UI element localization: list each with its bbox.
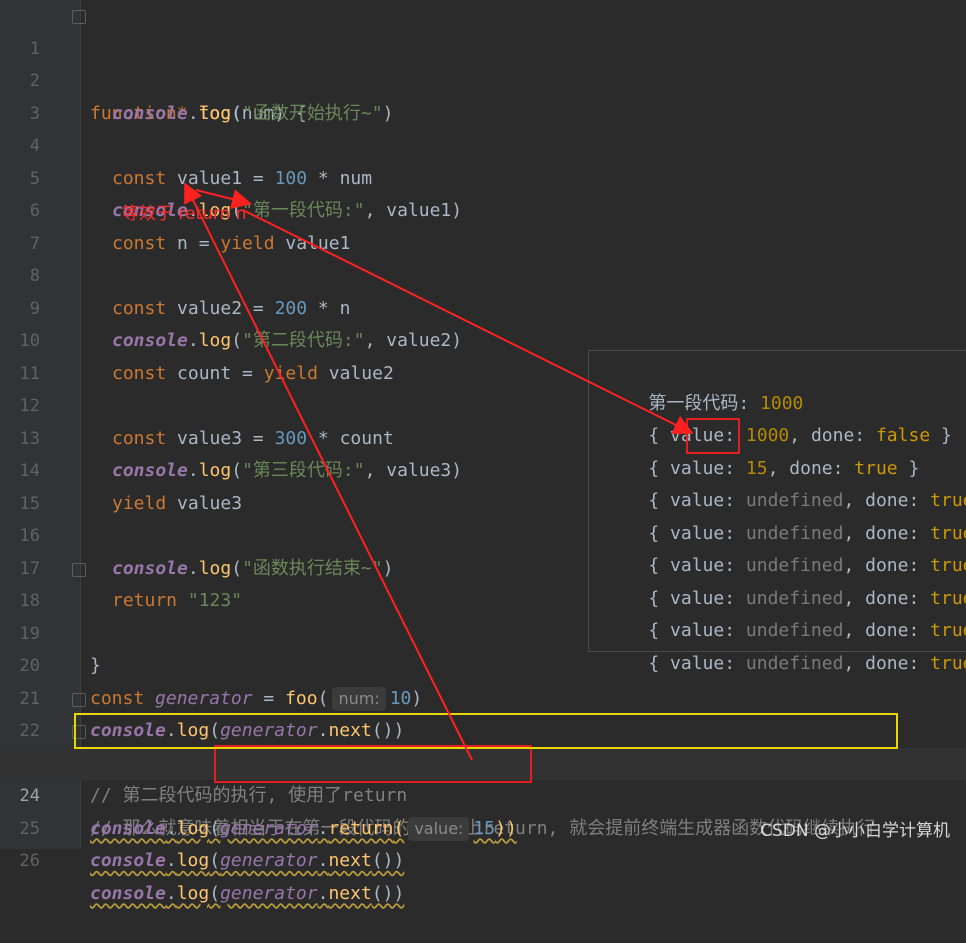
code-line[interactable]: 2 console.log("函数开始执行~") — [0, 33, 966, 124]
console-output-line: { value: undefined, done: true } — [605, 518, 966, 576]
annotation-text: 等效于 return n — [122, 204, 247, 224]
console-output-line: { value: 15, done: true } — [605, 420, 919, 479]
fold-marker-icon[interactable] — [72, 562, 86, 577]
code-line[interactable]: 22 // 第二段代码的执行, 使用了return — [0, 683, 966, 806]
console-output-panel: 第一段代码: 1000 { value: 1000, done: false }… — [588, 350, 966, 674]
method-name: log — [176, 882, 210, 904]
console-output-line: { value: undefined, done: true } — [605, 583, 966, 641]
console-output-line: { value: undefined, done: true } — [605, 550, 966, 609]
output-done: true — [930, 652, 966, 674]
code-line[interactable]: 9 console.log("第二段代码:", value2) — [0, 260, 966, 352]
variable-generator: generator — [220, 850, 318, 871]
console-output-line: { value: undefined, done: true } — [605, 453, 966, 511]
code-line[interactable]: 10 const count = yield value2 — [0, 293, 966, 384]
code-line[interactable]: 8 const value2 = 200 * n — [0, 228, 966, 319]
method-name: next — [328, 882, 372, 904]
highlight-box-output-15 — [686, 418, 740, 454]
console-output-line: { value: undefined, done: true } — [605, 615, 966, 674]
console-object: console — [90, 850, 166, 871]
console-output-line: { value: 1000, done: false } — [605, 388, 951, 446]
dot: . — [317, 882, 329, 904]
paren: ( — [209, 882, 221, 904]
output-value: undefined — [745, 652, 844, 674]
line-number: 26 — [19, 851, 40, 871]
dot: . — [165, 850, 177, 871]
output-text: { value: — [648, 652, 746, 674]
console-output-line: { value: undefined, done: true } — [605, 485, 966, 544]
output-text: } — [930, 425, 952, 446]
method-name: log — [176, 850, 210, 871]
dot: . — [165, 882, 177, 904]
code-line[interactable]: 5 console.log("第一段代码:", value1) — [0, 130, 966, 222]
variable-generator: generator — [220, 882, 318, 904]
watermark: CSDN @小小白学计算机 — [760, 821, 950, 841]
code-line[interactable]: 3 — [0, 65, 966, 124]
code-line[interactable]: 4 const value1 = 100 * num — [0, 98, 966, 189]
highlight-box-comment — [74, 713, 898, 749]
fold-marker-icon[interactable] — [72, 10, 86, 24]
paren: ( — [209, 850, 221, 871]
method-name: next — [328, 850, 372, 871]
dot: . — [317, 850, 329, 871]
code-line[interactable]: 25 console.log(generator.next()) — [0, 780, 966, 872]
output-text: , done: — [843, 652, 931, 674]
highlight-box-return-call — [214, 745, 532, 783]
console-object: console — [90, 882, 166, 904]
paren: ()) — [371, 882, 405, 904]
code-line[interactable]: 6 const n = yield value1 — [0, 163, 966, 254]
console-output-line: 第一段代码: 1000 — [605, 355, 803, 414]
paren: ()) — [371, 850, 405, 871]
fold-marker-icon[interactable] — [72, 692, 86, 707]
code-line[interactable]: 1 function* foo(num) { — [0, 0, 966, 124]
